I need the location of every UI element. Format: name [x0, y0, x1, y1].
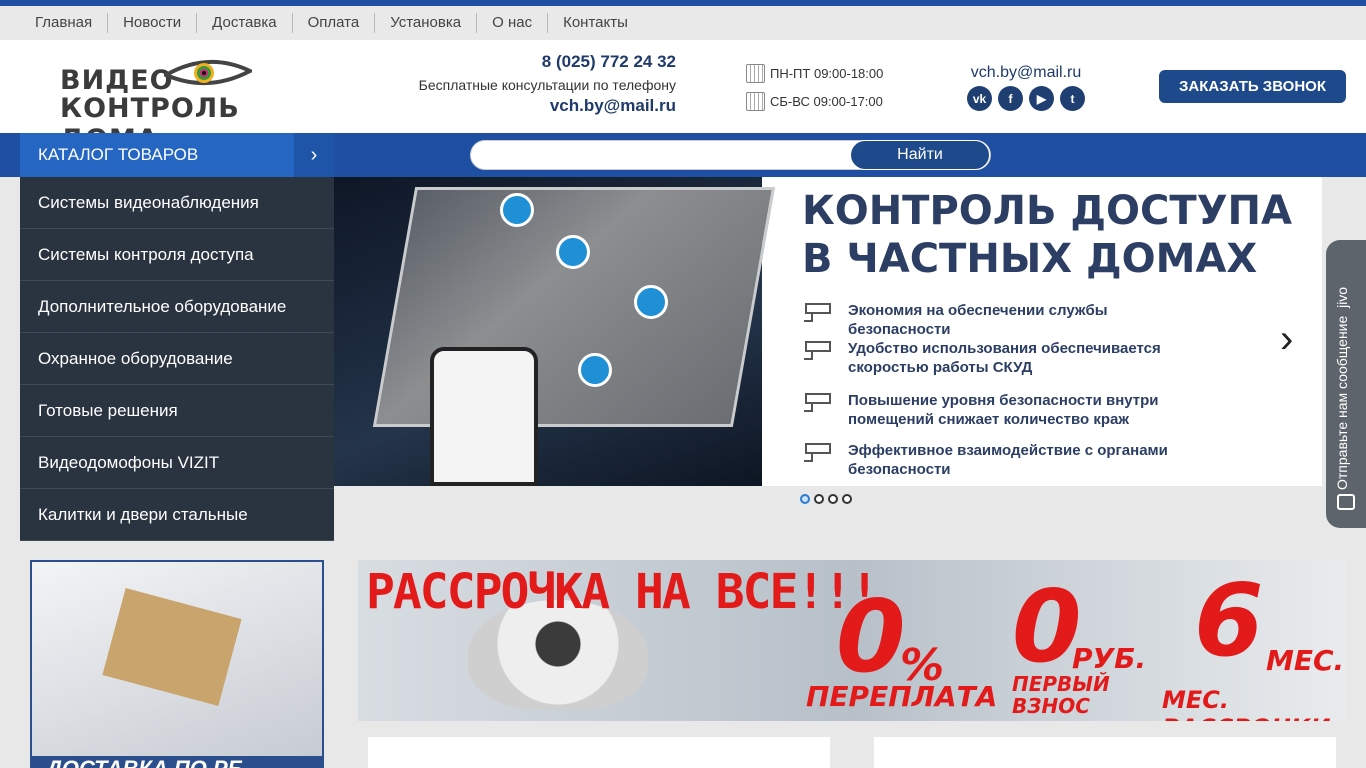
- phone-number[interactable]: 8 (025) 772 24 32: [380, 52, 676, 72]
- sensor-icon: [500, 193, 534, 227]
- hero-slider: КОНТРОЛЬ ДОСТУПА В ЧАСТНЫХ ДОМАХ Экономи…: [334, 177, 1322, 486]
- slide-title: КОНТРОЛЬ ДОСТУПА В ЧАСТНЫХ ДОМАХ: [802, 187, 1292, 283]
- catalog-item-access-control[interactable]: Системы контроля доступа: [20, 229, 334, 281]
- slide-feature-text: Удобство использования обеспечивается ск…: [848, 340, 1161, 376]
- catalog-item-security-equipment[interactable]: Охранное оборудование: [20, 333, 334, 385]
- chat-bubble-icon: [1337, 494, 1355, 510]
- catalog-item-ready-solutions[interactable]: Готовые решения: [20, 385, 334, 437]
- slide-title-line-1: КОНТРОЛЬ ДОСТУПА: [802, 188, 1292, 234]
- twitter-icon[interactable]: t: [1060, 86, 1085, 111]
- nav-link-payment[interactable]: Оплата: [293, 13, 376, 33]
- promo-headline: РАССРОЧКА НА ВСЕ!!!: [366, 564, 879, 620]
- jivo-brand: jivo: [1334, 286, 1350, 308]
- eye-logo-icon: [164, 60, 252, 85]
- jivo-label: Отправьте нам сообщение jivo: [1334, 250, 1350, 490]
- slide-feature: Экономия на обеспечении службы безопасно…: [802, 301, 1182, 339]
- calendar-icon: [746, 63, 765, 83]
- slide-feature: Эффективное взаимодействие с органами бе…: [802, 441, 1182, 479]
- slider-dot[interactable]: [842, 494, 852, 504]
- working-hours: ПН-ПТ 09:00-18:00 СБ-ВС 09:00-17:00: [746, 62, 883, 118]
- promo-six: 6: [1194, 562, 1264, 679]
- catalog-item-intercoms[interactable]: Видеодомофоны VIZIT: [20, 437, 334, 489]
- slide-feature-text: Экономия на обеспечении службы безопасно…: [848, 302, 1108, 338]
- slide-feature-text: Повышение уровня безопасности внутри пом…: [848, 392, 1159, 428]
- camera-icon: [578, 353, 612, 387]
- top-navigation: Главная Новости Доставка Оплата Установк…: [0, 6, 1366, 40]
- delivery-banner[interactable]: ДОСТАВКА ПО РБ: [30, 560, 324, 768]
- callback-button[interactable]: ЗАКАЗАТЬ ЗВОНОК: [1159, 70, 1346, 103]
- site-logo[interactable]: ВИДЕО КОНТРОЛЬ ДОМА: [60, 57, 310, 155]
- social-email[interactable]: vch.by@mail.ru: [962, 64, 1090, 82]
- nav-link-delivery[interactable]: Доставка: [197, 13, 293, 33]
- logo-line-1: ВИДЕО: [60, 65, 174, 96]
- chevron-right-icon[interactable]: ›: [294, 133, 334, 177]
- smart-home-image: [334, 177, 776, 486]
- door-sensor-icon: [634, 285, 668, 319]
- siren-icon: [556, 235, 590, 269]
- promo-months-label: МЕС. РАССРОЧКИ: [1162, 686, 1330, 721]
- nav-link-installation[interactable]: Установка: [375, 13, 478, 33]
- jivo-message-text: Отправьте нам сообщение: [1334, 315, 1350, 490]
- cctv-camera-icon: [804, 393, 831, 412]
- parcel-box-image: [102, 588, 242, 706]
- nav-link-home[interactable]: Главная: [20, 13, 109, 33]
- catalog-item-cctv[interactable]: Системы видеонаблюдения: [20, 177, 334, 229]
- installment-promo-banner[interactable]: РАССРОЧКА НА ВСЕ!!! 0 % ПЕРЕПЛАТА 0 РУБ.…: [358, 560, 1346, 721]
- promo-months: МЕС.: [1266, 644, 1345, 677]
- search-box: Найти: [470, 140, 991, 170]
- slider-dot[interactable]: [800, 494, 810, 504]
- nav-link-news[interactable]: Новости: [108, 13, 198, 33]
- social-block: vch.by@mail.ru vk f ▶ t: [962, 64, 1090, 111]
- search-input[interactable]: [485, 145, 845, 167]
- catalog-header[interactable]: КАТАЛОГ ТОВАРОВ ›: [20, 133, 334, 177]
- slider-dot[interactable]: [814, 494, 824, 504]
- jivo-chat-widget[interactable]: Отправьте нам сообщение jivo: [1326, 240, 1366, 528]
- youtube-icon[interactable]: ▶: [1029, 86, 1054, 111]
- promo-overpay-label: ПЕРЕПЛАТА: [806, 680, 998, 713]
- cctv-camera-icon: [804, 341, 831, 360]
- product-card[interactable]: [368, 737, 830, 768]
- catalog-item-gates-doors[interactable]: Калитки и двери стальные: [20, 489, 334, 541]
- nav-link-about[interactable]: О нас: [477, 13, 549, 33]
- site-header: ВИДЕО КОНТРОЛЬ ДОМА 8 (025) 772 24 32 Бе…: [0, 40, 1366, 155]
- facebook-icon[interactable]: f: [998, 86, 1023, 111]
- catalog-label: КАТАЛОГ ТОВАРОВ: [38, 145, 199, 164]
- slide-feature: Удобство использования обеспечивается ск…: [802, 339, 1182, 377]
- hours-weekday: ПН-ПТ 09:00-18:00: [770, 65, 884, 81]
- delivery-banner-text: ДОСТАВКА ПО РБ: [46, 756, 243, 768]
- hours-weekend: СБ-ВС 09:00-17:00: [770, 93, 883, 109]
- promo-zero-percent: 0: [836, 578, 906, 695]
- slide-title-line-2: В ЧАСТНЫХ ДОМАХ: [802, 236, 1258, 282]
- slider-dots: [800, 494, 852, 504]
- delivery-photo: [32, 562, 322, 756]
- nav-link-contacts[interactable]: Контакты: [548, 13, 643, 33]
- contact-block: 8 (025) 772 24 32 Бесплатные консультаци…: [380, 52, 676, 116]
- catalog-menu: Системы видеонаблюдения Системы контроля…: [20, 177, 334, 541]
- promo-first: ПЕРВЫЙ: [1012, 672, 1110, 696]
- contact-email[interactable]: vch.by@mail.ru: [380, 96, 676, 116]
- promo-payment: ВЗНОС: [1012, 694, 1090, 718]
- promo-rub: РУБ.: [1072, 642, 1147, 675]
- vk-icon[interactable]: vk: [967, 86, 992, 111]
- slide-feature: Повышение уровня безопасности внутри пом…: [802, 391, 1182, 429]
- smartphone-image: [430, 347, 538, 486]
- product-card[interactable]: [874, 737, 1336, 768]
- cctv-camera-icon: [804, 443, 831, 462]
- consult-text: Бесплатные консультации по телефону: [418, 77, 676, 93]
- calendar-icon: [746, 91, 765, 111]
- catalog-item-extra-equipment[interactable]: Дополнительное оборудование: [20, 281, 334, 333]
- cctv-camera-icon: [804, 303, 831, 322]
- search-button[interactable]: Найти: [850, 140, 990, 170]
- slider-dot[interactable]: [828, 494, 838, 504]
- slider-next-arrow[interactable]: ›: [1280, 317, 1293, 362]
- slide-feature-text: Эффективное взаимодействие с органами бе…: [848, 442, 1168, 478]
